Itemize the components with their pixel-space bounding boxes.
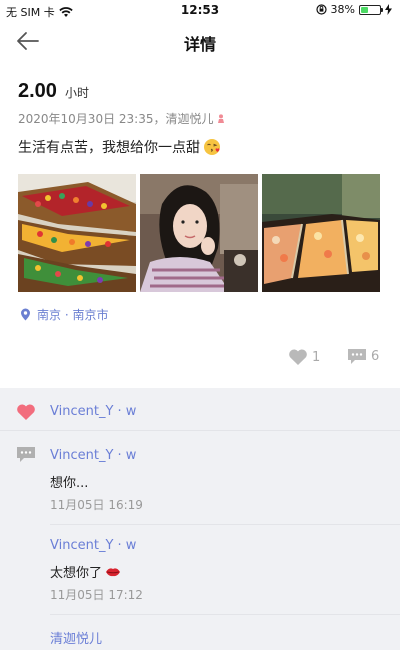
photo-pastries[interactable] xyxy=(262,174,380,292)
duration-unit: 小时 xyxy=(64,86,89,100)
charging-icon xyxy=(385,4,392,15)
post-text-content: 生活有点苦，我想给你一点甜 xyxy=(18,140,200,156)
comments-section-icon xyxy=(17,447,35,462)
status-right: 38% xyxy=(315,3,392,16)
comment-user-name[interactable]: 清迦悦儿 xyxy=(50,628,102,647)
post-card: 2.00 小时 2020年10月30日 23:35，清迦悦儿 生活有点苦，我想给… xyxy=(0,62,400,388)
post-meta: 2020年10月30日 23:35，清迦悦儿 xyxy=(18,110,225,127)
like-count-value: 1 xyxy=(312,349,321,365)
comment-time: 11月05日 16:19 xyxy=(50,498,143,512)
like-heart-icon xyxy=(17,404,35,420)
comment-text: 想你... xyxy=(50,472,88,491)
lips-emoji-icon xyxy=(106,567,121,576)
comment-time: 11月05日 17:12 xyxy=(50,588,143,602)
post-meta-text: 2020年10月30日 23:35，清迦悦儿 xyxy=(18,112,214,126)
photo-candy-bins[interactable] xyxy=(18,174,136,292)
comment-user-name[interactable]: Vincent_Y · w xyxy=(50,448,136,463)
status-bar: 无 SIM 卡 12:53 38% xyxy=(0,0,400,20)
comment-user-name[interactable]: Vincent_Y · w xyxy=(50,538,136,553)
battery-icon xyxy=(359,4,383,15)
comment-button[interactable]: 6 xyxy=(347,348,379,365)
battery-fill xyxy=(361,6,368,13)
comment-count-value: 6 xyxy=(371,349,380,364)
photo-grid xyxy=(18,174,382,292)
nav-bar: 详情 xyxy=(0,20,400,62)
battery-percent: 38% xyxy=(330,3,355,16)
comment-text-content: 太想你了 xyxy=(50,566,103,581)
heart-icon xyxy=(289,349,307,365)
like-button[interactable]: 1 xyxy=(288,348,320,366)
comment-text: 太想你了 xyxy=(50,562,121,581)
comment-icon xyxy=(348,349,366,364)
location-tag[interactable]: 南京 · 南京市 xyxy=(20,306,108,323)
post-text: 生活有点苦，我想给你一点甜 xyxy=(18,137,221,157)
photo-portrait-image xyxy=(140,174,258,292)
location-text: 南京 · 南京市 xyxy=(37,308,109,322)
divider xyxy=(0,430,400,431)
photo-portrait[interactable] xyxy=(140,174,258,292)
comment-text-content: 想你... xyxy=(50,476,89,491)
photo-pastries-image xyxy=(262,174,380,292)
like-user-name[interactable]: Vincent_Y · w xyxy=(50,404,136,419)
divider xyxy=(50,524,400,525)
kiss-emoji-icon xyxy=(204,139,220,155)
interactions-panel: Vincent_Y · w Vincent_Y · w 想你... 11月05日… xyxy=(0,388,400,650)
duration: 2.00 小时 xyxy=(18,80,89,103)
duration-value: 2.00 xyxy=(18,80,57,102)
divider xyxy=(50,614,400,615)
female-badge-icon xyxy=(218,114,225,123)
orientation-lock-icon xyxy=(315,4,327,15)
location-pin-icon xyxy=(21,308,30,321)
photo-candy-bins-image xyxy=(18,174,136,292)
page-title: 详情 xyxy=(183,35,216,54)
